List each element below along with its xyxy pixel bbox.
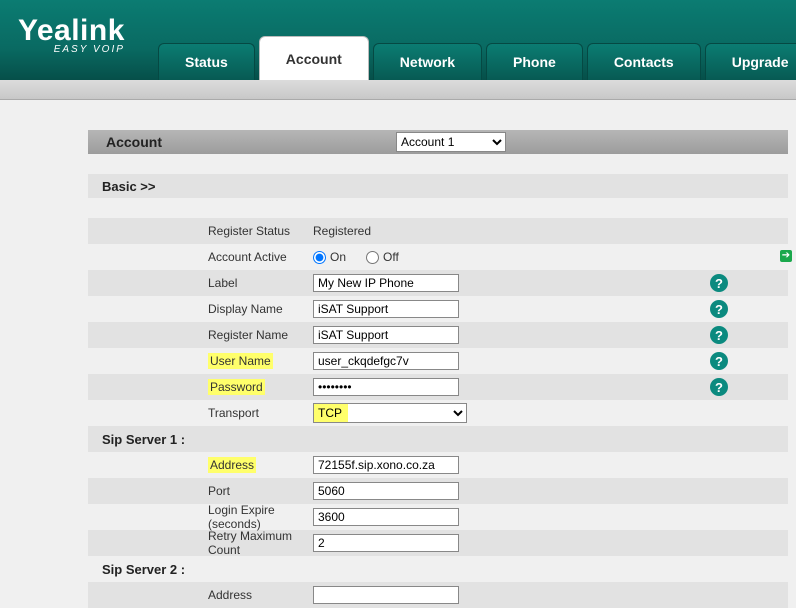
user-name-label: User Name bbox=[208, 353, 273, 369]
sip1-address-input[interactable] bbox=[313, 456, 459, 474]
account-active-value: On Off bbox=[313, 250, 543, 264]
row-sip1-address: Address bbox=[88, 452, 788, 478]
password-label: Password bbox=[208, 379, 265, 395]
basic-header[interactable]: Basic >> bbox=[88, 174, 788, 198]
tab-contacts[interactable]: Contacts bbox=[587, 43, 701, 80]
sip1-address-label: Address bbox=[208, 457, 256, 473]
row-register-name: Register Name ? bbox=[88, 322, 788, 348]
account-label: Account bbox=[106, 134, 162, 150]
tab-network[interactable]: Network bbox=[373, 43, 482, 80]
row-display-name: Display Name ? bbox=[88, 296, 788, 322]
register-status-label: Register Status bbox=[88, 224, 313, 238]
register-name-input[interactable] bbox=[313, 326, 459, 344]
row-register-status: Register Status Registered bbox=[88, 218, 788, 244]
tab-upgrade[interactable]: Upgrade bbox=[705, 43, 796, 80]
row-sip1-port: Port bbox=[88, 478, 788, 504]
help-icon[interactable]: ? bbox=[710, 326, 728, 344]
help-icon[interactable]: ? bbox=[710, 300, 728, 318]
logo: Yealink EASY VOIP bbox=[18, 14, 125, 55]
label-lbl: Label bbox=[88, 276, 313, 290]
sip2-address-input[interactable] bbox=[313, 586, 459, 604]
account-active-on-label: On bbox=[330, 250, 346, 264]
header: Yealink EASY VOIP Status Account Network… bbox=[0, 0, 796, 80]
row-sip1-expire: Login Expire (seconds) bbox=[88, 504, 788, 530]
account-select[interactable]: Account 1 bbox=[396, 132, 506, 152]
sip2-header-row: Sip Server 2 : bbox=[88, 556, 788, 582]
transport-select[interactable]: TCP bbox=[313, 403, 467, 423]
account-active-off-radio[interactable] bbox=[366, 251, 379, 264]
sip2-address-label: Address bbox=[88, 588, 313, 602]
transport-label: Transport bbox=[88, 406, 313, 420]
account-active-off-label: Off bbox=[383, 250, 399, 264]
sip1-port-input[interactable] bbox=[313, 482, 459, 500]
content: ➔ Account Account 1 Basic >> Register St… bbox=[0, 100, 796, 608]
tab-phone[interactable]: Phone bbox=[486, 43, 583, 80]
row-label: Label ? bbox=[88, 270, 788, 296]
sub-bar bbox=[0, 80, 796, 100]
password-input[interactable] bbox=[313, 378, 459, 396]
account-band: Account Account 1 bbox=[88, 130, 788, 154]
tab-account[interactable]: Account bbox=[259, 36, 369, 80]
sip1-port-label: Port bbox=[88, 484, 313, 498]
sip1-retry-input[interactable] bbox=[313, 534, 459, 552]
tab-status[interactable]: Status bbox=[158, 43, 255, 80]
register-status-value: Registered bbox=[313, 224, 543, 238]
row-password: Password ? bbox=[88, 374, 788, 400]
row-transport: Transport TCP bbox=[88, 400, 788, 426]
row-sip1-retry: Retry Maximum Count bbox=[88, 530, 788, 556]
register-name-label: Register Name bbox=[88, 328, 313, 342]
sip1-title: Sip Server 1 : bbox=[88, 432, 313, 447]
row-user-name: User Name ? bbox=[88, 348, 788, 374]
basic-title: Basic >> bbox=[102, 179, 156, 194]
sip1-retry-label: Retry Maximum Count bbox=[88, 529, 313, 557]
label-input[interactable] bbox=[313, 274, 459, 292]
expand-panel-icon[interactable]: ➔ bbox=[780, 250, 792, 262]
user-name-input[interactable] bbox=[313, 352, 459, 370]
brand-name: Yealink bbox=[18, 14, 125, 48]
display-name-input[interactable] bbox=[313, 300, 459, 318]
row-account-active: Account Active On Off bbox=[88, 244, 788, 270]
sip1-expire-input[interactable] bbox=[313, 508, 459, 526]
help-icon[interactable]: ? bbox=[710, 378, 728, 396]
nav-tabs: Status Account Network Phone Contacts Up… bbox=[158, 0, 796, 80]
help-icon[interactable]: ? bbox=[710, 352, 728, 370]
sip1-expire-label: Login Expire (seconds) bbox=[88, 503, 313, 531]
sip2-title: Sip Server 2 : bbox=[88, 562, 313, 577]
help-icon[interactable]: ? bbox=[710, 274, 728, 292]
account-active-label: Account Active bbox=[88, 250, 313, 264]
display-name-label: Display Name bbox=[88, 302, 313, 316]
account-active-on-radio[interactable] bbox=[313, 251, 326, 264]
sip1-header-row: Sip Server 1 : bbox=[88, 426, 788, 452]
